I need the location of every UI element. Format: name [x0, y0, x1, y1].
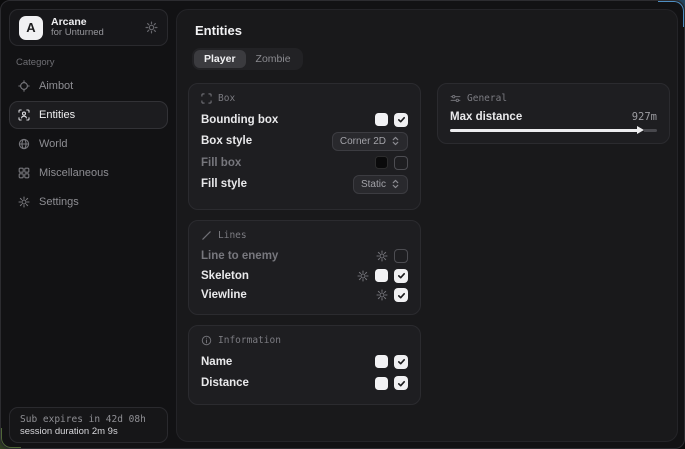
main-panel: Entities Player Zombie Box Bounding box — [176, 9, 678, 442]
sub-expires-text: Sub expires in 42d 08h — [20, 414, 157, 425]
line-to-enemy-checkbox[interactable] — [394, 249, 408, 263]
crosshair-icon — [18, 80, 30, 92]
gear-icon — [18, 196, 30, 208]
chevron-up-down-icon — [391, 136, 400, 146]
sidebar-item-aimbot[interactable]: Aimbot — [9, 72, 168, 100]
box-style-value: Corner 2D — [340, 136, 386, 147]
sidebar-item-label: Aimbot — [39, 80, 73, 92]
page-title: Entities — [195, 23, 242, 38]
skeleton-label: Skeleton — [201, 270, 357, 282]
bounding-box-color-swatch[interactable] — [375, 113, 388, 126]
viewline-row: Viewline — [201, 285, 408, 305]
lines-card-header: Lines — [201, 230, 408, 241]
distance-row: Distance — [201, 373, 408, 395]
grid-icon — [18, 167, 30, 179]
globe-icon — [18, 138, 30, 150]
chevron-up-down-icon — [391, 179, 400, 189]
fill-style-row: Fill style Static — [201, 174, 408, 196]
max-distance-slider-thumb[interactable] — [637, 126, 644, 134]
sidebar-nav: Aimbot Entities — [9, 72, 168, 216]
sidebar-item-label: World — [39, 138, 68, 150]
general-card: General Max distance 927m — [437, 83, 670, 144]
max-distance-slider[interactable] — [450, 126, 657, 134]
distance-color-swatch[interactable] — [375, 377, 388, 390]
diagonal-line-icon — [201, 230, 212, 241]
sidebar-item-world[interactable]: World — [9, 130, 168, 158]
box-card-title: Box — [218, 93, 235, 104]
name-checkbox[interactable] — [394, 355, 408, 369]
distance-checkbox[interactable] — [394, 376, 408, 390]
max-distance-value: 927m — [632, 111, 657, 123]
general-card-header: General — [450, 93, 657, 104]
sidebar-item-label: Miscellaneous — [39, 167, 109, 179]
tab-player[interactable]: Player — [194, 50, 246, 68]
box-card-header: Box — [201, 93, 408, 104]
name-row: Name — [201, 351, 408, 373]
fill-style-select[interactable]: Static — [353, 175, 408, 194]
tab-zombie[interactable]: Zombie — [246, 50, 301, 68]
brand-card: A Arcane for Unturned — [9, 9, 168, 46]
session-duration-text: session duration 2m 9s — [20, 426, 157, 437]
arcane-logo: A — [19, 16, 43, 40]
line-to-enemy-label: Line to enemy — [201, 250, 376, 262]
sidebar: A Arcane for Unturned Category — [1, 1, 176, 448]
entity-tabs: Player Zombie — [192, 48, 303, 70]
lines-card-title: Lines — [218, 230, 247, 241]
fill-box-checkbox[interactable] — [394, 156, 408, 170]
skeleton-checkbox[interactable] — [394, 269, 408, 283]
information-card-title: Information — [218, 335, 281, 346]
sliders-icon — [450, 93, 461, 104]
information-card: Information Name Distance — [188, 325, 421, 405]
information-card-header: Information — [201, 335, 408, 346]
viewline-checkbox[interactable] — [394, 288, 408, 302]
subscription-card: Sub expires in 42d 08h session duration … — [9, 407, 168, 443]
name-label: Name — [201, 356, 375, 368]
max-distance-label: Max distance — [450, 111, 632, 123]
sidebar-item-entities[interactable]: Entities — [9, 101, 168, 129]
gear-icon[interactable] — [145, 21, 158, 34]
brand-text: Arcane for Unturned — [51, 16, 137, 39]
skeleton-color-swatch[interactable] — [375, 269, 388, 282]
bounding-box-checkbox[interactable] — [394, 113, 408, 127]
fill-box-color-swatch[interactable] — [375, 156, 388, 169]
line-to-enemy-row: Line to enemy — [201, 246, 408, 266]
app-window: A Arcane for Unturned Category — [0, 0, 685, 449]
general-card-title: General — [467, 93, 507, 104]
fill-style-value: Static — [361, 179, 386, 190]
fill-style-label: Fill style — [201, 178, 353, 190]
box-card: Box Bounding box Box style Corner 2D — [188, 83, 421, 210]
max-distance-slider-track — [644, 129, 657, 132]
max-distance-slider-fill — [450, 129, 638, 132]
skeleton-row: Skeleton — [201, 266, 408, 286]
max-distance-row: Max distance 927m — [450, 109, 657, 124]
fill-box-label: Fill box — [201, 157, 375, 169]
brand-subtitle: for Unturned — [51, 28, 137, 39]
sidebar-item-settings[interactable]: Settings — [9, 188, 168, 216]
info-icon — [201, 335, 212, 346]
gear-icon[interactable] — [376, 289, 388, 301]
bounding-box-row: Bounding box — [201, 109, 408, 131]
box-style-label: Box style — [201, 135, 332, 147]
category-label: Category — [16, 57, 55, 68]
sidebar-item-label: Settings — [39, 196, 79, 208]
person-scan-icon — [18, 109, 30, 121]
sidebar-item-label: Entities — [39, 109, 75, 121]
box-corners-icon — [201, 93, 212, 104]
viewline-label: Viewline — [201, 289, 376, 301]
bounding-box-label: Bounding box — [201, 114, 375, 126]
sidebar-item-miscellaneous[interactable]: Miscellaneous — [9, 159, 168, 187]
fill-box-row: Fill box — [201, 152, 408, 174]
name-color-swatch[interactable] — [375, 355, 388, 368]
distance-label: Distance — [201, 377, 375, 389]
gear-icon[interactable] — [357, 270, 369, 282]
gear-icon[interactable] — [376, 250, 388, 262]
box-style-select[interactable]: Corner 2D — [332, 132, 408, 151]
box-style-row: Box style Corner 2D — [201, 131, 408, 153]
lines-card: Lines Line to enemy Skeleton — [188, 220, 421, 315]
